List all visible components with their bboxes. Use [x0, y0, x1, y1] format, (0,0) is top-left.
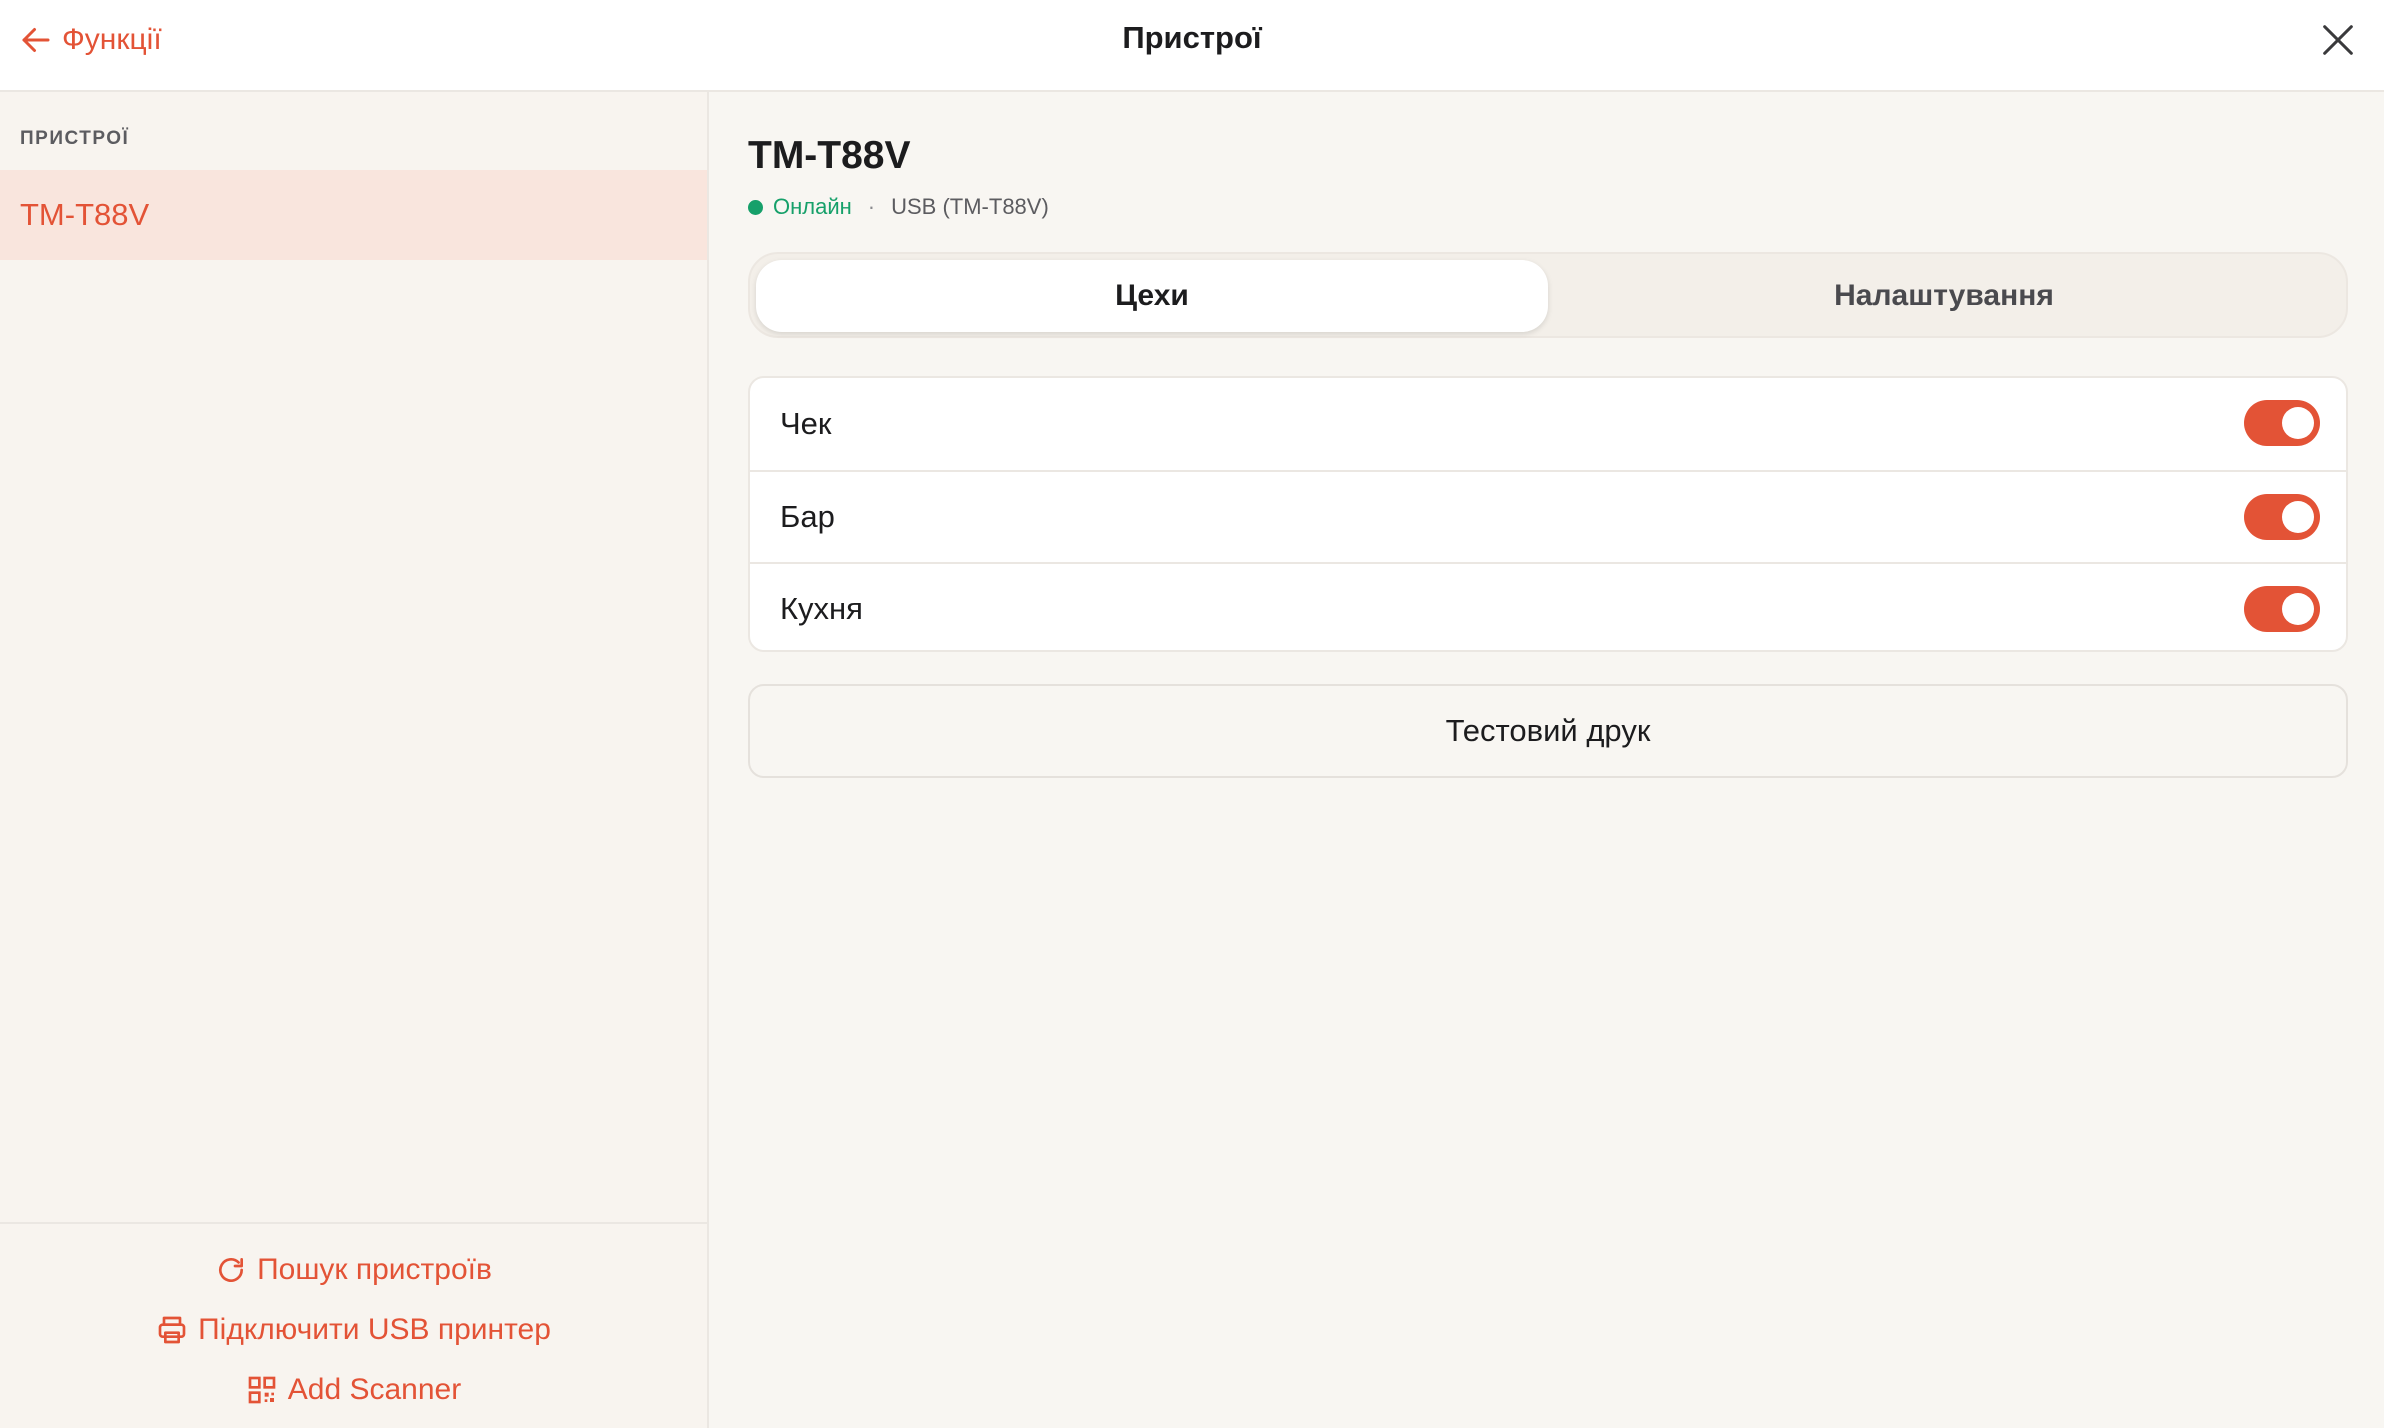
- device-title: TM-T88V: [748, 134, 911, 177]
- status-text: Онлайн: [773, 194, 852, 219]
- printer-icon: [158, 1316, 186, 1344]
- sidebar-footer: Пошук пристроїв Підключити USB принтер A…: [0, 1222, 707, 1428]
- app: Функції Пристрої ПРИСТРОЇ TM-T88V Пошук …: [0, 0, 2384, 1428]
- list-item: Кухня: [750, 562, 2346, 650]
- page-title: Пристрої: [1122, 20, 1262, 55]
- list-item: Чек: [750, 378, 2346, 470]
- workshop-toggle[interactable]: [2244, 586, 2320, 632]
- connection-text: USB (TM-T88V): [891, 194, 1049, 219]
- tab-settings[interactable]: Налаштування: [1548, 260, 2340, 332]
- workshop-label: Кухня: [780, 591, 863, 626]
- device-detail: TM-T88V Онлайн · USB (TM-T88V) Цехи Нала…: [709, 92, 2384, 1428]
- close-button[interactable]: [2318, 20, 2358, 60]
- workshop-label: Бар: [780, 499, 835, 534]
- tab-workshops[interactable]: Цехи: [756, 260, 1548, 332]
- close-icon: [2323, 25, 2353, 55]
- top-bar: Функції Пристрої: [0, 0, 2384, 92]
- sidebar: ПРИСТРОЇ TM-T88V Пошук пристроїв Підключ…: [0, 92, 709, 1428]
- add-scanner-button[interactable]: Add Scanner: [0, 1366, 707, 1414]
- segmented-tabs: Цехи Налаштування: [748, 252, 2348, 338]
- workshops-list: Чек Бар Кухня: [748, 376, 2348, 652]
- workshop-toggle[interactable]: [2244, 494, 2320, 540]
- search-devices-label: Пошук пристроїв: [257, 1253, 492, 1286]
- add-scanner-label: Add Scanner: [287, 1373, 462, 1406]
- sidebar-section-title: ПРИСТРОЇ: [20, 128, 130, 149]
- list-item: Бар: [750, 470, 2346, 562]
- workshop-label: Чек: [780, 406, 832, 441]
- sidebar-item-device[interactable]: TM-T88V: [0, 170, 707, 260]
- connect-usb-printer-label: Підключити USB принтер: [198, 1313, 551, 1346]
- toggle-knob: [2282, 407, 2314, 439]
- refresh-icon: [219, 1258, 244, 1282]
- test-print-button[interactable]: Тестовий друк: [748, 684, 2348, 778]
- workshop-toggle[interactable]: [2244, 400, 2320, 446]
- device-status-row: Онлайн · USB (TM-T88V): [748, 192, 1049, 222]
- toggle-knob: [2282, 593, 2314, 625]
- online-dot-icon: [748, 199, 763, 215]
- status-separator: ·: [867, 194, 876, 219]
- qr-code-icon: [248, 1376, 276, 1404]
- search-devices-button[interactable]: Пошук пристроїв: [0, 1246, 707, 1294]
- connect-usb-printer-button[interactable]: Підключити USB принтер: [0, 1306, 707, 1354]
- toggle-knob: [2282, 501, 2314, 533]
- sidebar-item-label: TM-T88V: [20, 197, 150, 232]
